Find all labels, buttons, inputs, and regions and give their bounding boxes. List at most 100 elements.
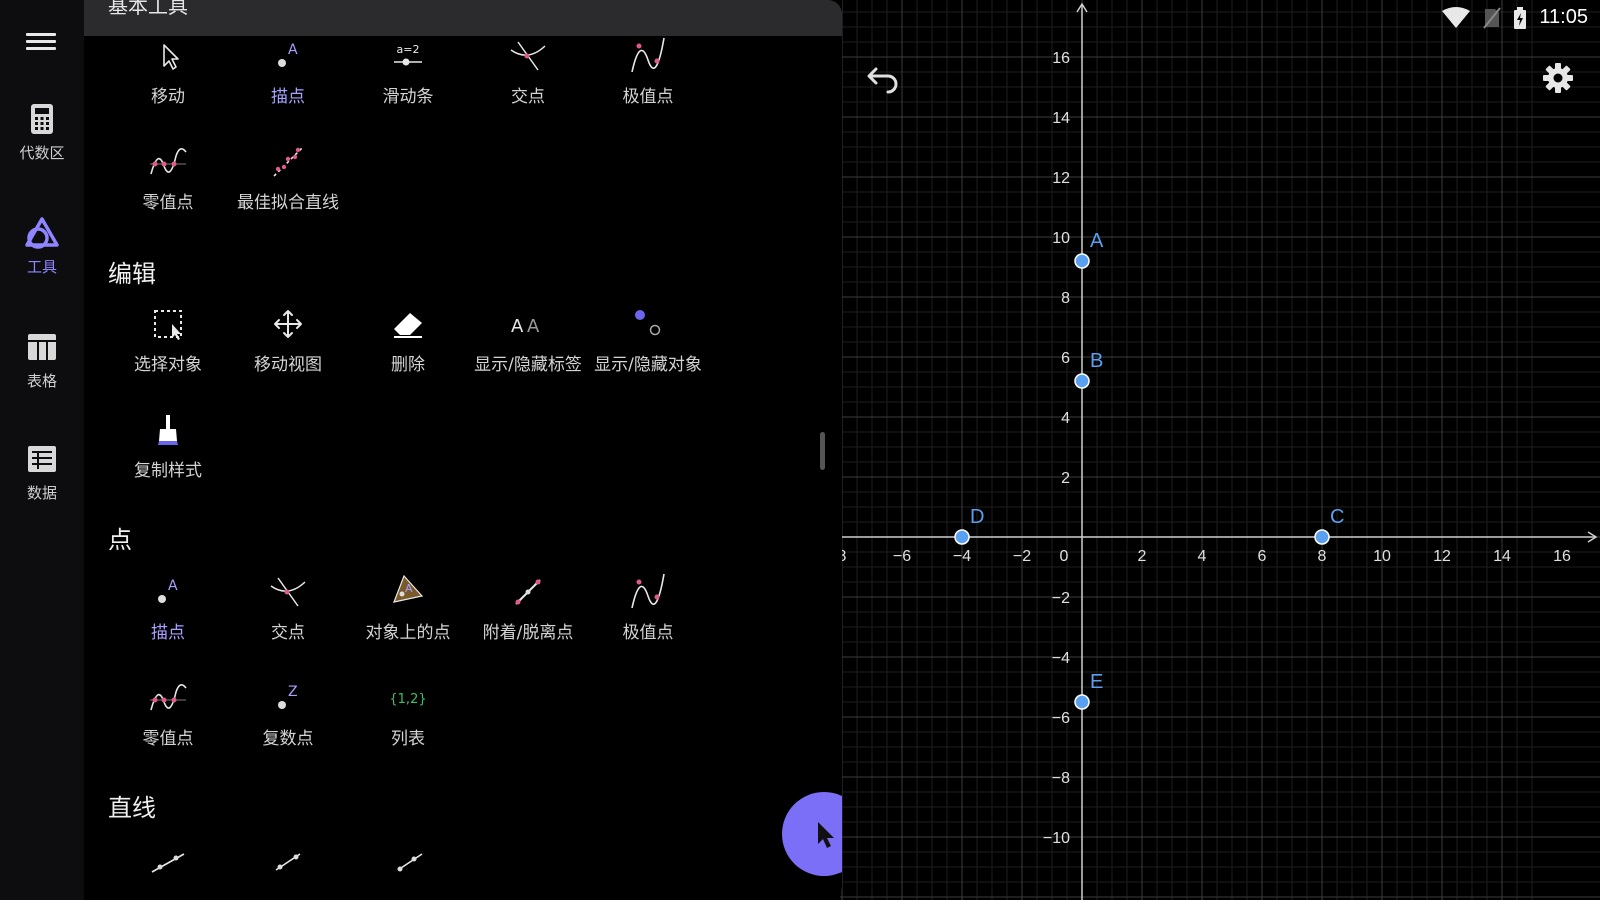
tool-show-hide-label[interactable]: AA 显示/隐藏标签	[468, 304, 588, 375]
major-gridlines	[840, 0, 1600, 900]
tools-fab-button[interactable]	[782, 792, 842, 876]
point-on-object-icon: A	[393, 574, 424, 603]
extremum-icon	[631, 37, 665, 73]
point-c[interactable]	[1314, 529, 1330, 545]
rail-item-algebra[interactable]: 代数区	[0, 102, 84, 163]
tool-label: 零值点	[142, 729, 194, 749]
list-icon: {1,2}	[389, 692, 426, 707]
point-d[interactable]	[954, 529, 970, 545]
x-tick-label: 6	[1258, 548, 1267, 565]
y-tick-label: 10	[1052, 230, 1070, 247]
y-tick-label: 6	[1061, 350, 1070, 367]
point-label: C	[1330, 506, 1344, 528]
tool-intersect[interactable]: 交点	[228, 572, 348, 643]
clock: 11:05	[1539, 6, 1588, 28]
minor-gridlines	[840, 0, 1600, 900]
point-label: D	[970, 506, 984, 528]
section-title-points: 点	[108, 526, 132, 554]
tool-point[interactable]: A 描点	[108, 572, 228, 643]
tool-roots[interactable]: 零值点	[108, 678, 228, 749]
point-label: A	[1090, 230, 1104, 252]
y-tick-label: −2	[1052, 590, 1070, 607]
tool-label: 极值点	[622, 623, 674, 643]
tool-label: 描点	[271, 87, 305, 107]
svg-text:A: A	[168, 578, 178, 594]
tool-select-object[interactable]: 选择对象	[108, 304, 228, 375]
cursor-arrow-icon	[818, 822, 834, 848]
tool-point[interactable]: A 描点	[228, 36, 348, 107]
x-tick-label: 2	[1138, 548, 1147, 565]
tool-slider[interactable]: a=2 滑动条	[348, 36, 468, 107]
tool-segment[interactable]	[108, 846, 228, 886]
y-tick-label: 8	[1061, 290, 1070, 307]
y-tick-label: −6	[1052, 710, 1070, 727]
x-tick-label: 12	[1433, 548, 1451, 565]
panel-header: 基本工具	[84, 0, 842, 36]
rail-label: 数据	[26, 484, 57, 502]
point-b[interactable]	[1074, 373, 1090, 389]
roots-icon	[150, 148, 187, 175]
extremum-icon	[631, 573, 665, 609]
tool-best-fit-line[interactable]: 最佳拟合直线	[228, 142, 348, 213]
rail-item-data[interactable]: 数据	[0, 442, 84, 503]
attach-detach-icon	[515, 579, 541, 605]
tool-label: 对象上的点	[365, 623, 451, 643]
tool-copy-style[interactable]: 复制样式	[108, 410, 228, 481]
panel-title: 基本工具	[108, 0, 188, 18]
scrollbar-thumb[interactable]	[820, 432, 825, 470]
shapes-icon	[25, 217, 59, 249]
rail-item-tools[interactable]: 工具	[0, 216, 84, 277]
tools-panel: 基本工具 移动 A 描点 a=2 滑动条 交点 极值点 零值点 最佳拟合直线 编…	[84, 0, 842, 900]
rail-label: 工具	[26, 258, 57, 276]
tool-move-view[interactable]: 移动视图	[228, 304, 348, 375]
point-label: B	[1090, 350, 1103, 372]
calculator-icon	[31, 104, 53, 134]
intersect-icon	[510, 41, 546, 71]
tool-intersect[interactable]: 交点	[468, 36, 588, 107]
tool-attach-detach[interactable]: 附着/脱离点	[468, 572, 588, 643]
y-tick-label: −4	[1052, 650, 1070, 667]
point-icon: A	[278, 42, 298, 67]
tool-delete[interactable]: 删除	[348, 304, 468, 375]
intersect-icon	[270, 577, 306, 607]
tool-list[interactable]: {1,2} 列表	[348, 678, 468, 749]
points-layer[interactable]: A B C D E	[954, 230, 1344, 710]
tool-ray[interactable]	[348, 846, 468, 886]
tool-point-on-object[interactable]: A 对象上的点	[348, 572, 468, 643]
tool-show-hide-object[interactable]: 显示/隐藏对象	[588, 304, 708, 375]
tool-roots[interactable]: 零值点	[108, 142, 228, 213]
y-tick-label: 12	[1052, 170, 1070, 187]
x-tick-label: 4	[1198, 548, 1207, 565]
point-e[interactable]	[1074, 694, 1090, 710]
y-tick-label: 16	[1052, 50, 1070, 67]
tool-line[interactable]	[228, 846, 348, 886]
tool-label: 复制样式	[134, 461, 202, 481]
menu-button[interactable]	[26, 30, 56, 56]
tool-label: 描点	[151, 623, 185, 643]
line-icon	[275, 853, 301, 871]
tool-move[interactable]: 移动	[108, 36, 228, 107]
copy-style-icon	[158, 415, 178, 445]
status-icons: 11:05	[1441, 6, 1588, 29]
point-icon: A	[158, 578, 178, 603]
show-hide-object-icon	[635, 310, 661, 336]
svg-text:{1,2}: {1,2}	[389, 692, 426, 707]
rail-item-table[interactable]: 表格	[0, 330, 84, 391]
point-a[interactable]	[1074, 253, 1090, 269]
hamburger-icon	[26, 33, 56, 50]
section-title-edit: 编辑	[108, 260, 156, 288]
move-view-icon	[274, 310, 302, 338]
x-axis-ticks: 8 −6 −4 −2 0 2 4 6 8 10 12 14 16	[838, 548, 1571, 565]
settings-button[interactable]	[1540, 60, 1576, 96]
wifi-icon	[1442, 6, 1471, 28]
tool-extremum[interactable]: 极值点	[588, 36, 708, 107]
undo-button[interactable]	[862, 62, 902, 98]
tool-complex-number[interactable]: Z 复数点	[228, 678, 348, 749]
svg-text:Z: Z	[288, 684, 298, 700]
x-tick-label: 8	[1318, 548, 1327, 565]
svg-text:A: A	[288, 42, 298, 58]
point-label: E	[1090, 671, 1103, 693]
tool-extremum[interactable]: 极值点	[588, 572, 708, 643]
tool-label: 删除	[391, 355, 425, 375]
tool-label: 交点	[511, 87, 545, 107]
